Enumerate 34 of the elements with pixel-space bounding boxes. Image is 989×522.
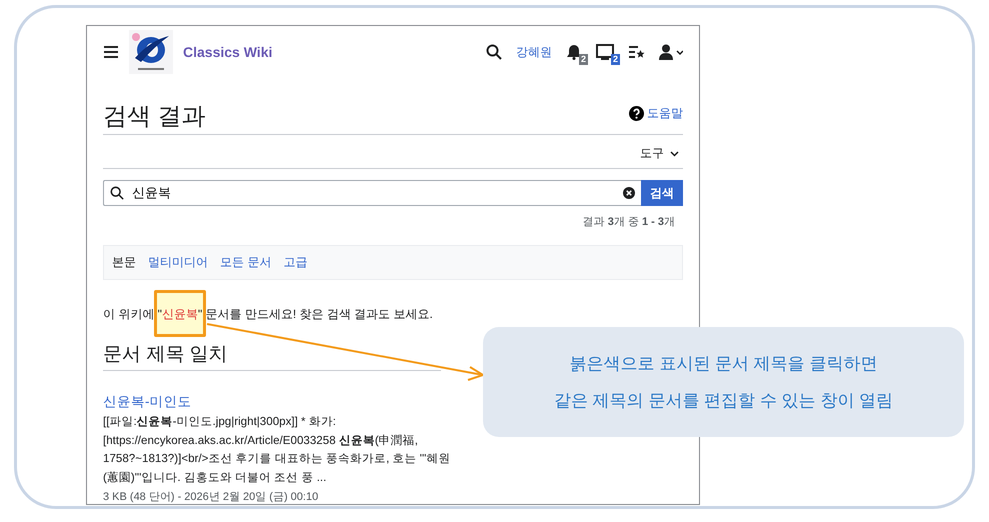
chevron-icon xyxy=(670,150,679,156)
user-icon[interactable] xyxy=(659,44,683,60)
alert-count: 2 xyxy=(578,54,588,65)
search-tab[interactable]: 고급 xyxy=(283,254,308,271)
missing-page-link[interactable]: 신윤복 xyxy=(162,307,198,321)
result-meta: 3 KB (48 단어) - 2026년 2월 20일 (금) 00:10 xyxy=(103,490,320,504)
search-button[interactable]: 검색 xyxy=(641,180,683,206)
callout-text: 같은 제목의 문서를 편집할 수 있는 창이 열림 xyxy=(554,390,894,412)
menu-icon[interactable] xyxy=(103,45,119,59)
help-link[interactable]: 도움말 xyxy=(629,104,683,122)
tray-icon[interactable] xyxy=(596,44,614,60)
highlight-box xyxy=(154,290,206,337)
result-snippet: [[파일:신윤복-미인도.jpg|right|300px]] * 화가: [https://encykorea.aks.ac.kr/Article/E0033258 신윤복(申潤福, 1758?~1813?)]<br/>조선 후기를 대표하는 풍속화가로, 호는 '''혜원(蕙園)'''입니다. 김홍도와 더불어 조선 풍 ... xyxy=(103,414,451,486)
search-tab[interactable]: 본문 xyxy=(112,254,136,271)
clear-icon[interactable] xyxy=(623,187,635,199)
search-tab[interactable]: 멀티미디어 xyxy=(148,254,208,271)
search-icon xyxy=(110,186,124,200)
search-tab[interactable]: 모든 문서 xyxy=(220,254,272,271)
logo-icon[interactable] xyxy=(129,30,173,74)
watchlist-icon[interactable] xyxy=(628,45,645,59)
search-icon[interactable] xyxy=(486,44,502,60)
create-page-notice: 이 위키에 "신윤복" 문서를 만드세요! 찾은 검색 결과도 보세요. xyxy=(103,306,683,323)
site-title[interactable]: Classics Wiki xyxy=(183,44,272,60)
search-field[interactable]: 신윤복 xyxy=(103,180,641,206)
bell-icon[interactable] xyxy=(566,44,582,60)
result-count: 결과 3개 중 1 - 3개 xyxy=(582,215,675,229)
section-heading: 문서 제목 일치 xyxy=(103,341,441,371)
notice-count: 2 xyxy=(610,54,620,65)
help-icon xyxy=(629,106,644,120)
user-link[interactable]: 강혜원 xyxy=(516,44,552,60)
tools-dropdown[interactable]: 도구 xyxy=(640,145,679,162)
result-title-link[interactable]: 신윤복-미인도 xyxy=(103,394,192,409)
callout-text: 붉은색으로 표시된 문서 제목을 클릭하면 xyxy=(570,353,878,375)
page-title: 검색 결과 xyxy=(103,102,207,132)
